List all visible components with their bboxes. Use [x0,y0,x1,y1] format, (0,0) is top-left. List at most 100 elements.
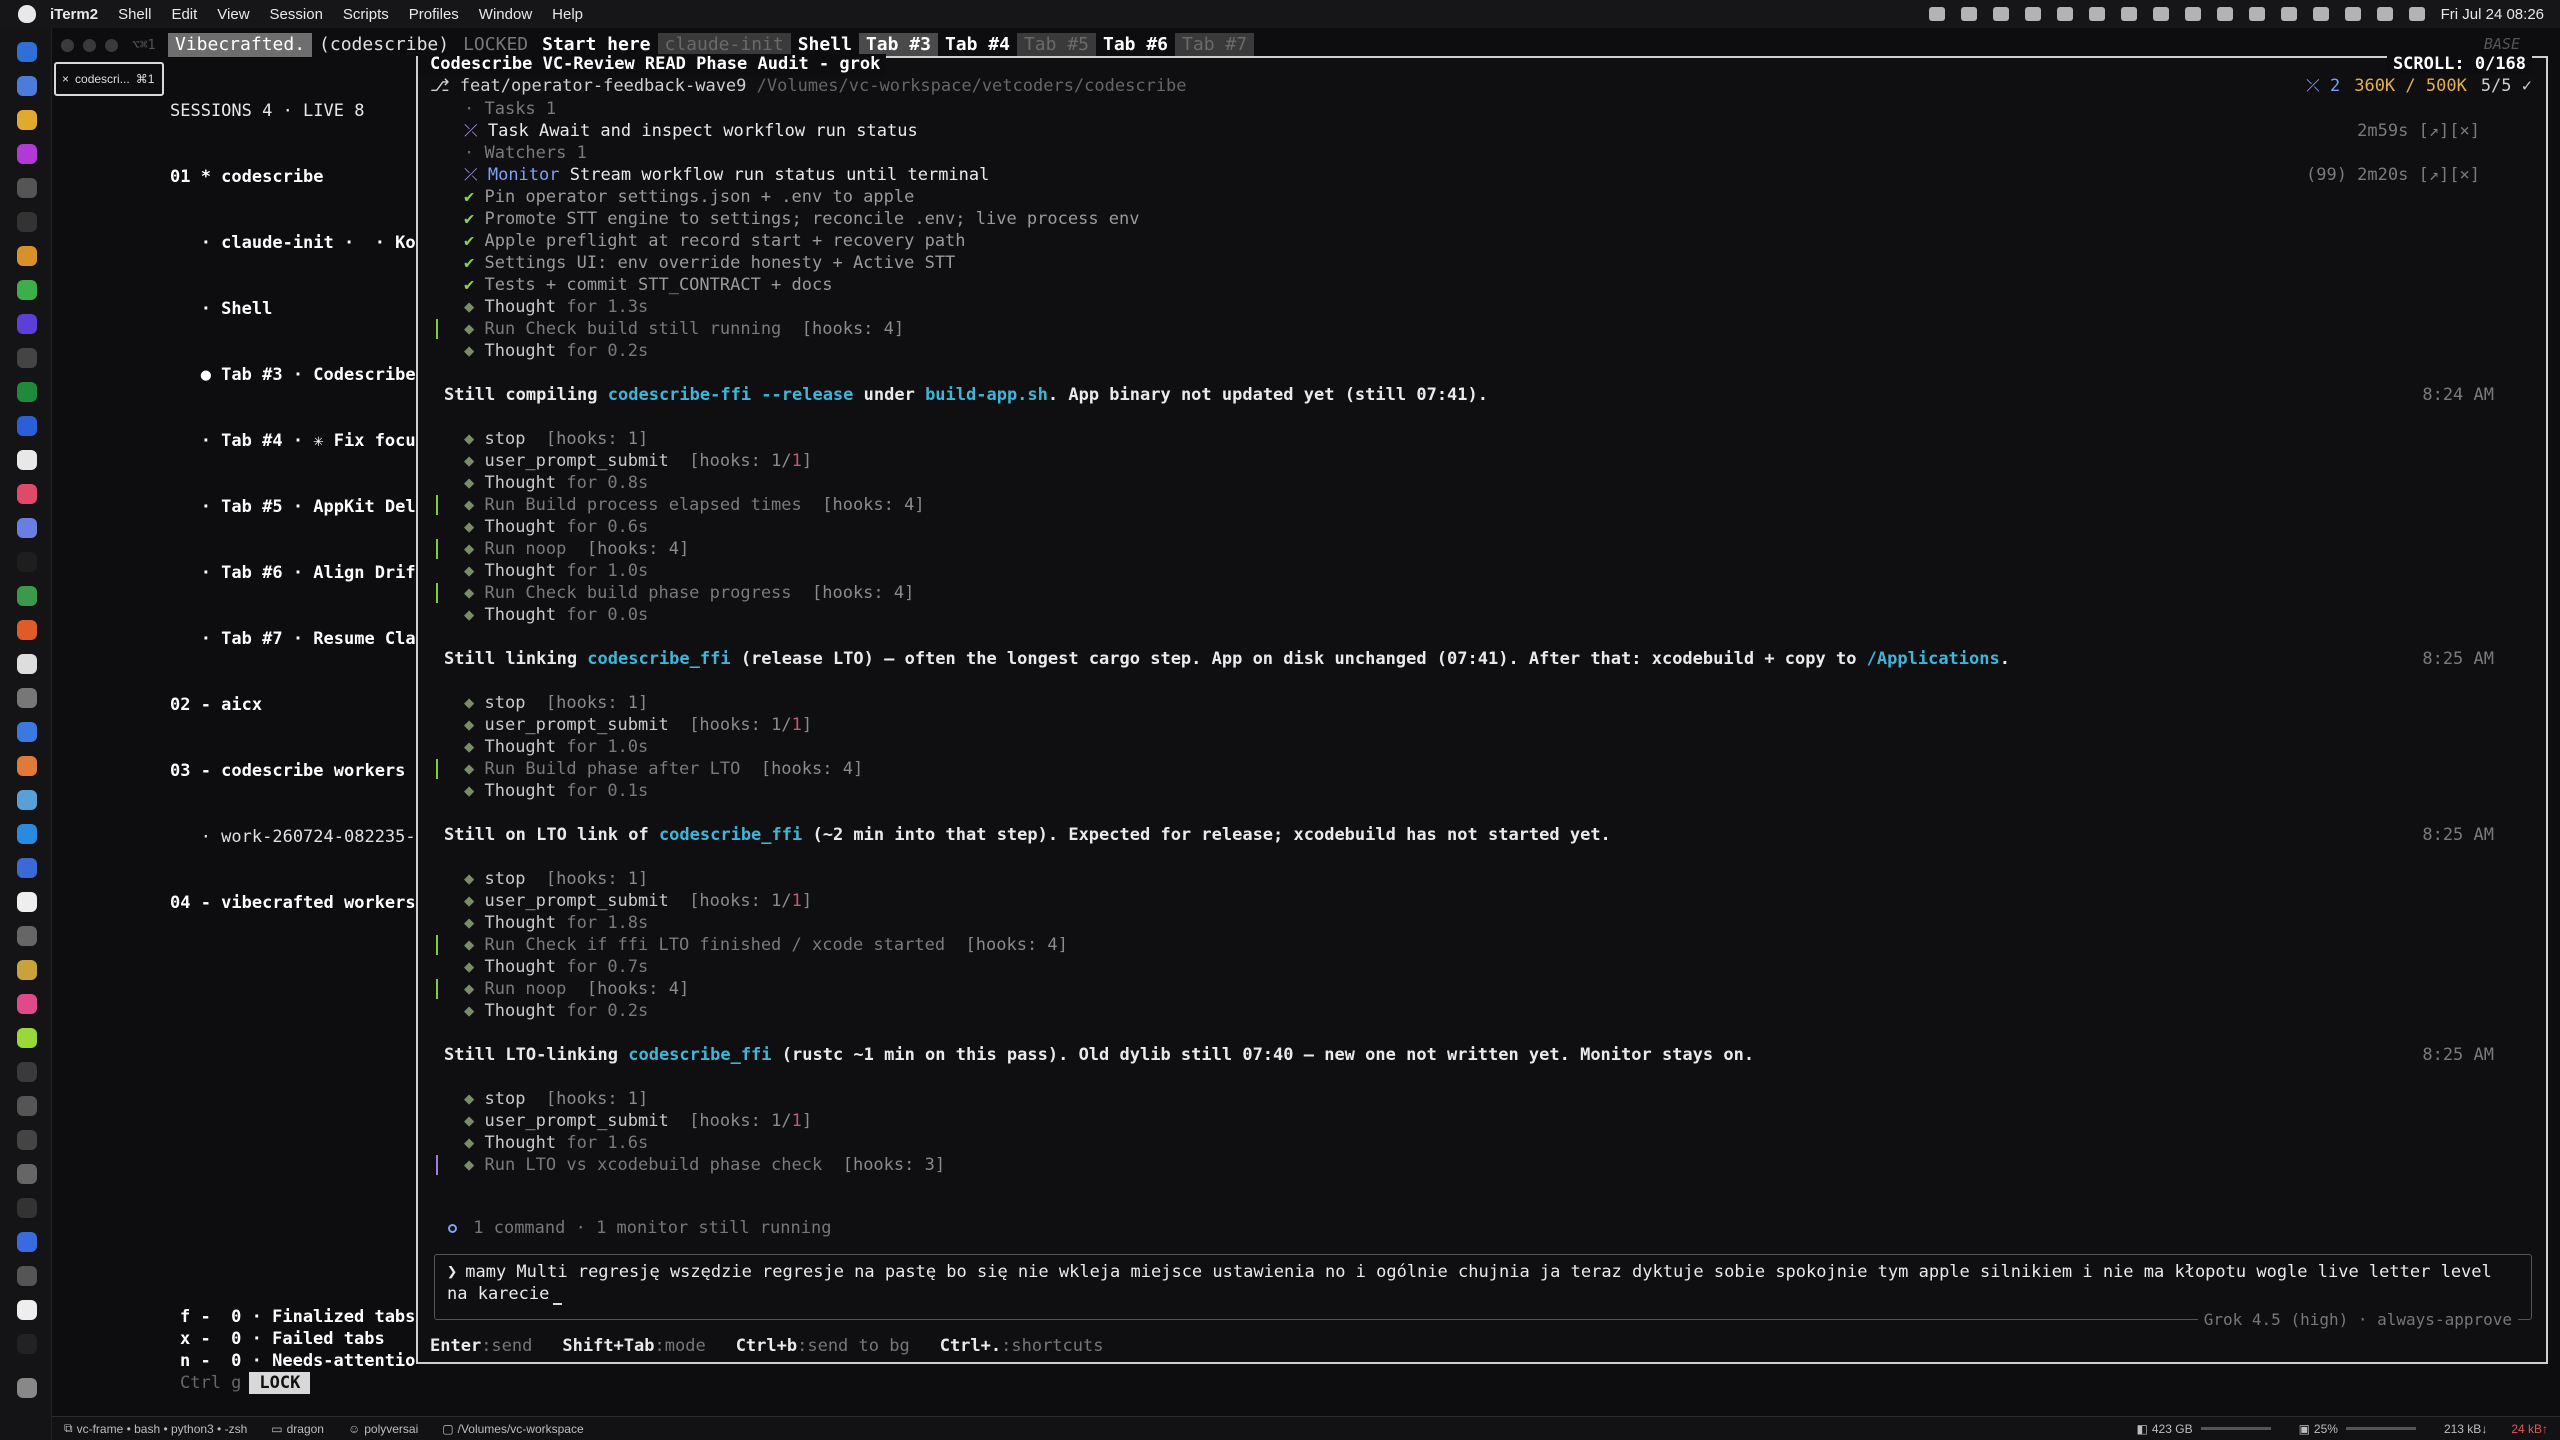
tray-icon[interactable] [2088,7,2105,21]
failed-tabs-counter[interactable]: x - 0 · Failed tabs [180,1328,385,1350]
run-label[interactable]: Run noop [484,979,566,999]
session-item[interactable]: ● Tab #3 · Codescribe [170,364,420,386]
dock-app-icon[interactable] [17,824,37,844]
dock-app-icon[interactable] [17,1198,37,1218]
dock-app-icon[interactable] [17,620,37,640]
trash-icon[interactable] [17,1378,37,1398]
menu-shell[interactable]: Shell [118,6,151,23]
session-item[interactable]: · Tab #7 · Resume Cla [170,628,420,650]
tray-icon[interactable] [2056,7,2073,21]
session-item[interactable]: · work-260724-082235- [170,826,420,848]
dock-app-icon[interactable] [17,212,37,232]
dock-app-icon[interactable] [17,552,37,572]
menu-help[interactable]: Help [552,6,583,23]
dock-app-icon[interactable] [17,110,37,130]
run-label[interactable]: Run Build phase after LTO [484,759,740,779]
menu-window[interactable]: Window [479,6,532,23]
tray-icon[interactable] [1960,7,1977,21]
zoom-window-button[interactable] [105,38,118,52]
tab-7[interactable]: Tab #7 [1175,33,1255,57]
tray-icon[interactable] [2184,7,2201,21]
close-window-button[interactable] [61,38,74,52]
dock-app-icon[interactable] [17,518,37,538]
dock-app-icon[interactable] [17,144,37,164]
session-item[interactable]: 04 - vibecrafted workers [170,892,420,914]
iterm-tab-thumbnail[interactable]: × codescri... ⌘1 [54,62,164,96]
dock-app-icon[interactable] [17,858,37,878]
run-label[interactable]: Run Build process elapsed times [484,495,801,515]
dock-app-icon[interactable] [17,892,37,912]
dock-app-icon[interactable] [17,756,37,776]
session-item[interactable]: 01 * codescribe [170,166,420,188]
menu-view[interactable]: View [217,6,249,23]
apple-icon[interactable] [18,5,36,23]
session-item[interactable]: · Tab #6 · Align Drif [170,562,420,584]
tray-icon[interactable] [2376,7,2393,21]
run-label[interactable]: Run Check build still running [484,319,781,339]
close-tab-icon[interactable]: × [62,72,69,86]
dock-app-icon[interactable] [17,1096,37,1116]
host-segment[interactable]: ▭ dragon [259,1422,336,1436]
session-item[interactable]: · claude-init · · Kon [170,232,420,254]
run-label[interactable]: Run LTO vs xcodebuild phase check [484,1155,822,1175]
tray-icon[interactable] [2152,7,2169,21]
task-text[interactable]: Task Await and inspect workflow run stat… [488,121,918,141]
tab-4[interactable]: Tab #4 [938,33,1017,57]
dock-app-icon[interactable] [17,314,37,334]
tray-icon[interactable] [1992,7,2009,21]
run-label[interactable]: Run Check build phase progress [484,583,791,603]
dock-app-icon[interactable] [17,178,37,198]
tab-6[interactable]: Tab #6 [1096,33,1175,57]
dock-app-icon[interactable] [17,1164,37,1184]
menu-clock[interactable]: Fri Jul 24 08:26 [2441,6,2544,23]
dock-app-icon[interactable] [17,1028,37,1048]
tray-icon[interactable] [2216,7,2233,21]
dock-app-icon[interactable] [17,926,37,946]
menu-app-name[interactable]: iTerm2 [50,6,98,23]
menu-profiles[interactable]: Profiles [409,6,459,23]
task-controls[interactable]: 2m59s [↗][×] [2357,120,2480,142]
session-item[interactable]: · Shell [170,298,420,320]
dock-app-icon[interactable] [17,76,37,96]
dock-app-icon[interactable] [17,42,37,62]
session-item[interactable]: 02 - aicx [170,694,420,716]
menu-scripts[interactable]: Scripts [343,6,389,23]
tray-icon[interactable] [2344,7,2361,21]
dock-app-icon[interactable] [17,246,37,266]
monitor-text[interactable]: Stream workflow run status until termina… [560,165,990,185]
dock-app-icon[interactable] [17,722,37,742]
tray-icon[interactable] [2120,7,2137,21]
dock-app-icon[interactable] [17,1130,37,1150]
dock-app-icon[interactable] [17,280,37,300]
dock-app-icon[interactable] [17,960,37,980]
lock-button[interactable]: LOCK [249,1372,311,1394]
dock-app-icon[interactable] [17,1062,37,1082]
user-segment[interactable]: ☺ polyversai [336,1422,430,1436]
needs-attention-counter[interactable]: n - 0 · Needs-attentio [180,1350,415,1372]
control-center-icon[interactable] [2408,7,2425,21]
menu-edit[interactable]: Edit [171,6,197,23]
dock-app-icon[interactable] [17,484,37,504]
menu-session[interactable]: Session [270,6,323,23]
dock-app-icon[interactable] [17,654,37,674]
tab-5[interactable]: Tab #5 [1016,33,1096,57]
session-item[interactable]: · Tab #5 · AppKit Del [170,496,420,518]
monitor-controls[interactable]: (99) 2m20s [↗][×] [2306,164,2480,186]
run-label[interactable]: Run noop [484,539,566,559]
dock-app-icon[interactable] [17,416,37,436]
run-label[interactable]: Run Check if ffi LTO finished / xcode st… [484,935,945,955]
dock-app-icon[interactable] [17,1266,37,1286]
dock-app-icon[interactable] [17,994,37,1014]
tmux-session-segment[interactable]: ⧉ vc-frame • bash • python3 • -zsh [52,1421,259,1436]
tray-icon[interactable] [1928,7,1945,21]
session-item[interactable]: 03 - codescribe workers [170,760,420,782]
prompt-input-text[interactable]: mamy Multi regresję wszędzie regresje na… [447,1262,2492,1304]
model-label[interactable]: Grok 4.5 (high) · always-approve [2197,1310,2518,1329]
dock-app-icon[interactable] [17,688,37,708]
tray-icon[interactable] [2024,7,2041,21]
dock-app-icon[interactable] [17,790,37,810]
tray-icon[interactable] [2248,7,2265,21]
tray-icon[interactable] [2312,7,2329,21]
cwd-segment[interactable]: ▢ /Volumes/vc-workspace [430,1422,595,1436]
dock-app-icon[interactable] [17,586,37,606]
